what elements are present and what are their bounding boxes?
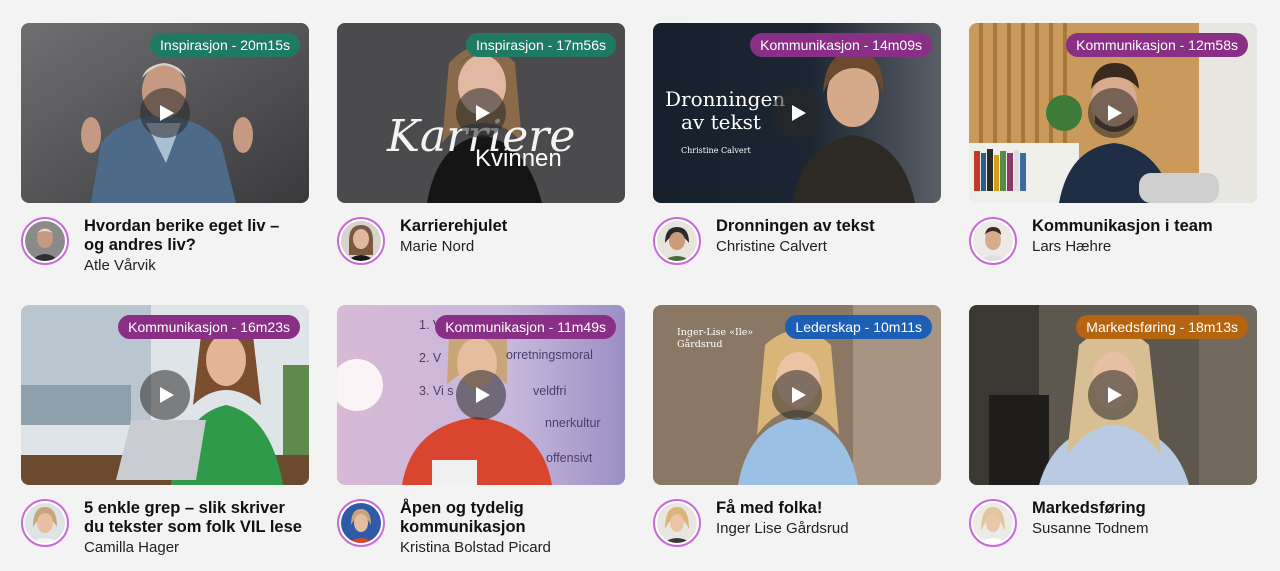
course-card[interactable]: Markedsføring - 18m13s Markedsføring Sus… bbox=[969, 305, 1257, 571]
author-name: Atle Vårvik bbox=[84, 257, 156, 274]
play-icon bbox=[159, 387, 174, 403]
author-name: Camilla Hager bbox=[84, 539, 180, 556]
category-badge: Inspirasjon - 20m15s bbox=[150, 33, 300, 57]
play-button[interactable] bbox=[772, 88, 822, 138]
play-button[interactable] bbox=[1088, 88, 1138, 138]
avatar bbox=[21, 499, 69, 547]
category-badge: Lederskap - 10m11s bbox=[785, 315, 932, 339]
course-grid: Inspirasjon - 20m15s Hvordan berike eget… bbox=[21, 23, 1257, 571]
course-title[interactable]: Dronningen av tekst bbox=[716, 217, 936, 236]
play-button[interactable] bbox=[772, 370, 822, 420]
avatar bbox=[653, 499, 701, 547]
course-title[interactable]: Markedsføring bbox=[1032, 499, 1252, 518]
video-thumbnail[interactable]: Kommunikasjon - 12m58s bbox=[969, 23, 1257, 203]
video-thumbnail[interactable]: Kommunikasjon - 16m23s bbox=[21, 305, 309, 485]
course-title[interactable]: Hvordan berike eget liv – og andres liv? bbox=[84, 217, 304, 255]
course-title[interactable]: 5 enkle grep – slik skriver du tekster s… bbox=[84, 499, 304, 537]
play-icon bbox=[1107, 105, 1122, 121]
course-card[interactable]: Dronningen av tekst Christine Calvert Ko… bbox=[653, 23, 941, 305]
avatar bbox=[337, 499, 385, 547]
video-thumbnail[interactable]: Inspirasjon - 20m15s bbox=[21, 23, 309, 203]
avatar bbox=[653, 217, 701, 265]
author-name: Christine Calvert bbox=[716, 238, 827, 255]
overlay-sans-text: Kvinnen bbox=[475, 145, 562, 172]
overlay-subtitle: Christine Calvert bbox=[681, 146, 751, 155]
play-icon bbox=[475, 105, 490, 121]
play-button[interactable] bbox=[140, 370, 190, 420]
author-name: Inger Lise Gårdsrud bbox=[716, 520, 849, 537]
author-name: Marie Nord bbox=[400, 238, 475, 255]
category-badge: Kommunikasjon - 11m49s bbox=[435, 315, 616, 339]
avatar bbox=[969, 499, 1017, 547]
avatar bbox=[21, 217, 69, 265]
overlay-name-line2: Gårdsrud bbox=[677, 339, 723, 350]
video-thumbnail[interactable]: Markedsføring - 18m13s bbox=[969, 305, 1257, 485]
course-title[interactable]: Kommunikasjon i team bbox=[1032, 217, 1252, 236]
avatar bbox=[969, 217, 1017, 265]
course-card[interactable]: Inspirasjon - 20m15s Hvordan berike eget… bbox=[21, 23, 309, 305]
course-title[interactable]: Få med folka! bbox=[716, 499, 936, 518]
category-badge: Kommunikasjon - 12m58s bbox=[1066, 33, 1248, 57]
play-button[interactable] bbox=[140, 88, 190, 138]
author-name: Lars Hæhre bbox=[1032, 238, 1112, 255]
overlay-title-line2: av tekst bbox=[681, 110, 761, 134]
course-card[interactable]: Kommunikasjon - 12m58s Kommunikasjon i t… bbox=[969, 23, 1257, 305]
play-icon bbox=[1107, 387, 1122, 403]
course-title[interactable]: Åpen og tydelig kommunikasjon bbox=[400, 499, 620, 537]
play-icon bbox=[475, 387, 490, 403]
play-icon bbox=[791, 105, 806, 121]
author-name: Susanne Todnem bbox=[1032, 520, 1149, 537]
category-badge: Kommunikasjon - 16m23s bbox=[118, 315, 300, 339]
video-thumbnail[interactable]: Inger-Lise «Ile» Gårdsrud Lederskap - 10… bbox=[653, 305, 941, 485]
play-icon bbox=[791, 387, 806, 403]
course-title[interactable]: Karrierehjulet bbox=[400, 217, 620, 236]
category-badge: Kommunikasjon - 14m09s bbox=[750, 33, 932, 57]
course-card[interactable]: Inger-Lise «Ile» Gårdsrud Lederskap - 10… bbox=[653, 305, 941, 571]
category-badge: Inspirasjon - 17m56s bbox=[466, 33, 616, 57]
course-card[interactable]: Karriere Kvinnen Inspirasjon - 17m56s Ka… bbox=[337, 23, 625, 305]
author-name: Kristina Bolstad Picard bbox=[400, 539, 551, 556]
video-thumbnail[interactable]: 1. Vi t 2. V orretningsmoral 3. Vi s vel… bbox=[337, 305, 625, 485]
overlay-name-line1: Inger-Lise «Ile» bbox=[677, 327, 754, 338]
video-thumbnail[interactable]: Karriere Kvinnen Inspirasjon - 17m56s bbox=[337, 23, 625, 203]
category-badge: Markedsføring - 18m13s bbox=[1076, 315, 1248, 339]
video-thumbnail[interactable]: Dronningen av tekst Christine Calvert Ko… bbox=[653, 23, 941, 203]
course-card[interactable]: 1. Vi t 2. V orretningsmoral 3. Vi s vel… bbox=[337, 305, 625, 571]
course-card[interactable]: Kommunikasjon - 16m23s 5 enkle grep – sl… bbox=[21, 305, 309, 571]
play-button[interactable] bbox=[456, 88, 506, 138]
play-icon bbox=[159, 105, 174, 121]
play-button[interactable] bbox=[1088, 370, 1138, 420]
avatar bbox=[337, 217, 385, 265]
overlay-title-line1: Dronningen bbox=[665, 87, 786, 111]
play-button[interactable] bbox=[456, 370, 506, 420]
